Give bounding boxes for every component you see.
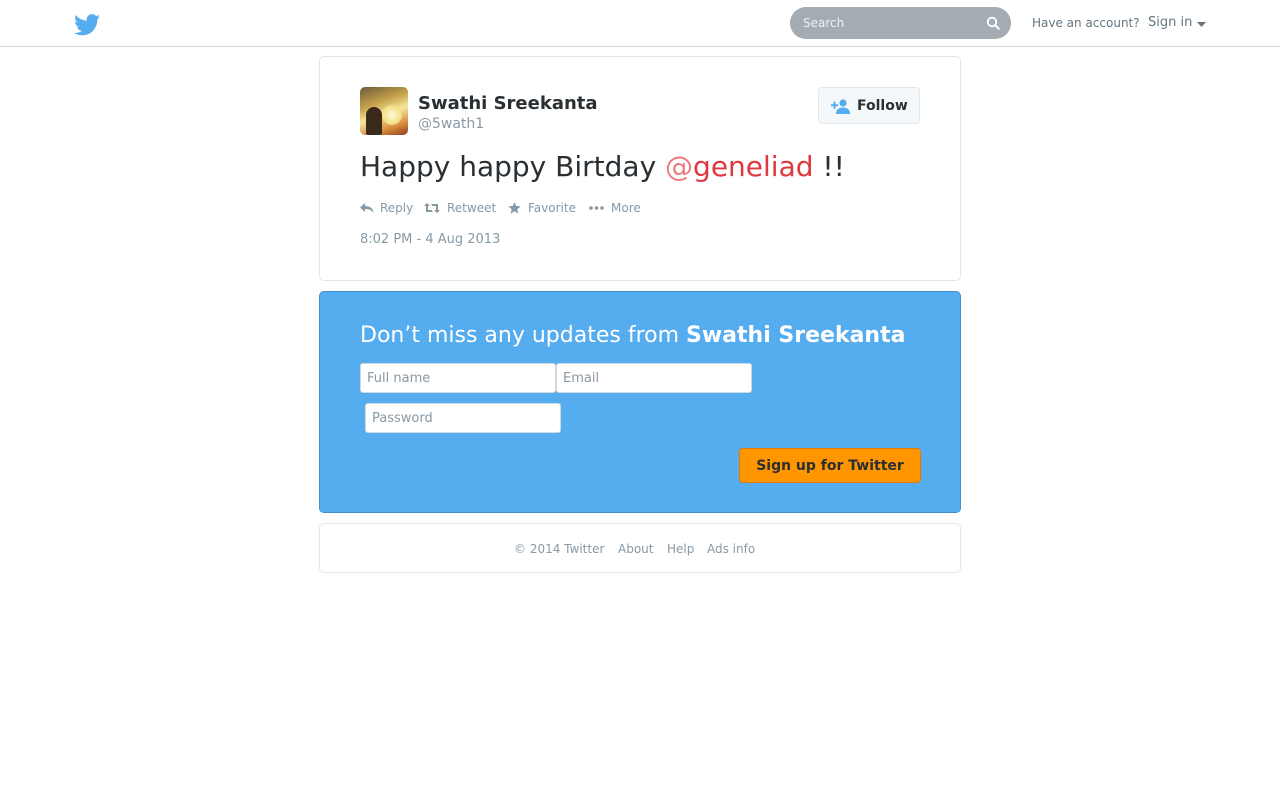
follow-label: Follow: [857, 98, 908, 114]
sign-in-link[interactable]: Sign in: [1148, 15, 1192, 30]
top-bar: Have an account? Sign in: [0, 0, 1280, 47]
password-field[interactable]: [365, 403, 561, 433]
footer-link-about[interactable]: About: [618, 542, 653, 556]
favorite-label: Favorite: [528, 201, 576, 215]
tweet-text: Happy happy Birtday @geneliad !!: [360, 150, 845, 183]
footer-link-ads-info[interactable]: Ads info: [707, 542, 755, 556]
mention-name: geneliad: [693, 150, 814, 183]
twitter-bird-icon[interactable]: [74, 14, 100, 36]
reply-icon: [360, 203, 374, 213]
mention-link[interactable]: @geneliad: [665, 150, 813, 183]
have-account-text: Have an account?: [1032, 16, 1140, 30]
footer-copyright: © 2014 Twitter: [514, 542, 605, 556]
signup-button[interactable]: Sign up for Twitter: [739, 448, 921, 483]
star-icon: [508, 202, 521, 214]
tweet-timestamp[interactable]: 8:02 PM - 4 Aug 2013: [360, 232, 500, 247]
retweet-icon: [424, 203, 440, 213]
signup-title: Don’t miss any updates from Swathi Sreek…: [360, 323, 905, 348]
more-label: More: [611, 201, 641, 215]
reply-label: Reply: [380, 201, 414, 215]
full-name-field[interactable]: [360, 363, 556, 393]
footer: © 2014 Twitter About Help Ads info: [319, 523, 961, 573]
signup-module: Don’t miss any updates from Swathi Sreek…: [319, 291, 961, 513]
author-name[interactable]: Swathi Sreekanta: [418, 93, 598, 114]
caret-down-icon[interactable]: [1197, 22, 1206, 27]
retweet-button[interactable]: Retweet: [424, 201, 496, 217]
tweet-text-after: !!: [813, 150, 845, 183]
signup-title-name: Swathi Sreekanta: [686, 323, 906, 348]
author-handle[interactable]: @5wath1: [418, 116, 484, 132]
footer-link-help[interactable]: Help: [667, 542, 694, 556]
tweet-text-before: Happy happy Birtday: [360, 150, 666, 183]
avatar[interactable]: [360, 87, 408, 135]
reply-button[interactable]: Reply: [360, 201, 414, 217]
retweet-label: Retweet: [447, 201, 497, 215]
search-input[interactable]: [790, 7, 980, 39]
add-user-icon: [831, 99, 850, 114]
search-icon[interactable]: [986, 16, 1000, 30]
favorite-button[interactable]: Favorite: [508, 201, 580, 217]
email-field[interactable]: [556, 363, 752, 393]
more-button[interactable]: More: [589, 201, 645, 217]
tweet-card: Swathi Sreekanta @5wath1 Follow Happy ha…: [319, 56, 961, 281]
search-box[interactable]: [790, 7, 1011, 39]
signup-title-prefix: Don’t miss any updates from: [360, 323, 687, 348]
mention-at: @: [665, 150, 694, 183]
more-dots-icon: [589, 206, 604, 210]
follow-button[interactable]: Follow: [818, 87, 920, 124]
